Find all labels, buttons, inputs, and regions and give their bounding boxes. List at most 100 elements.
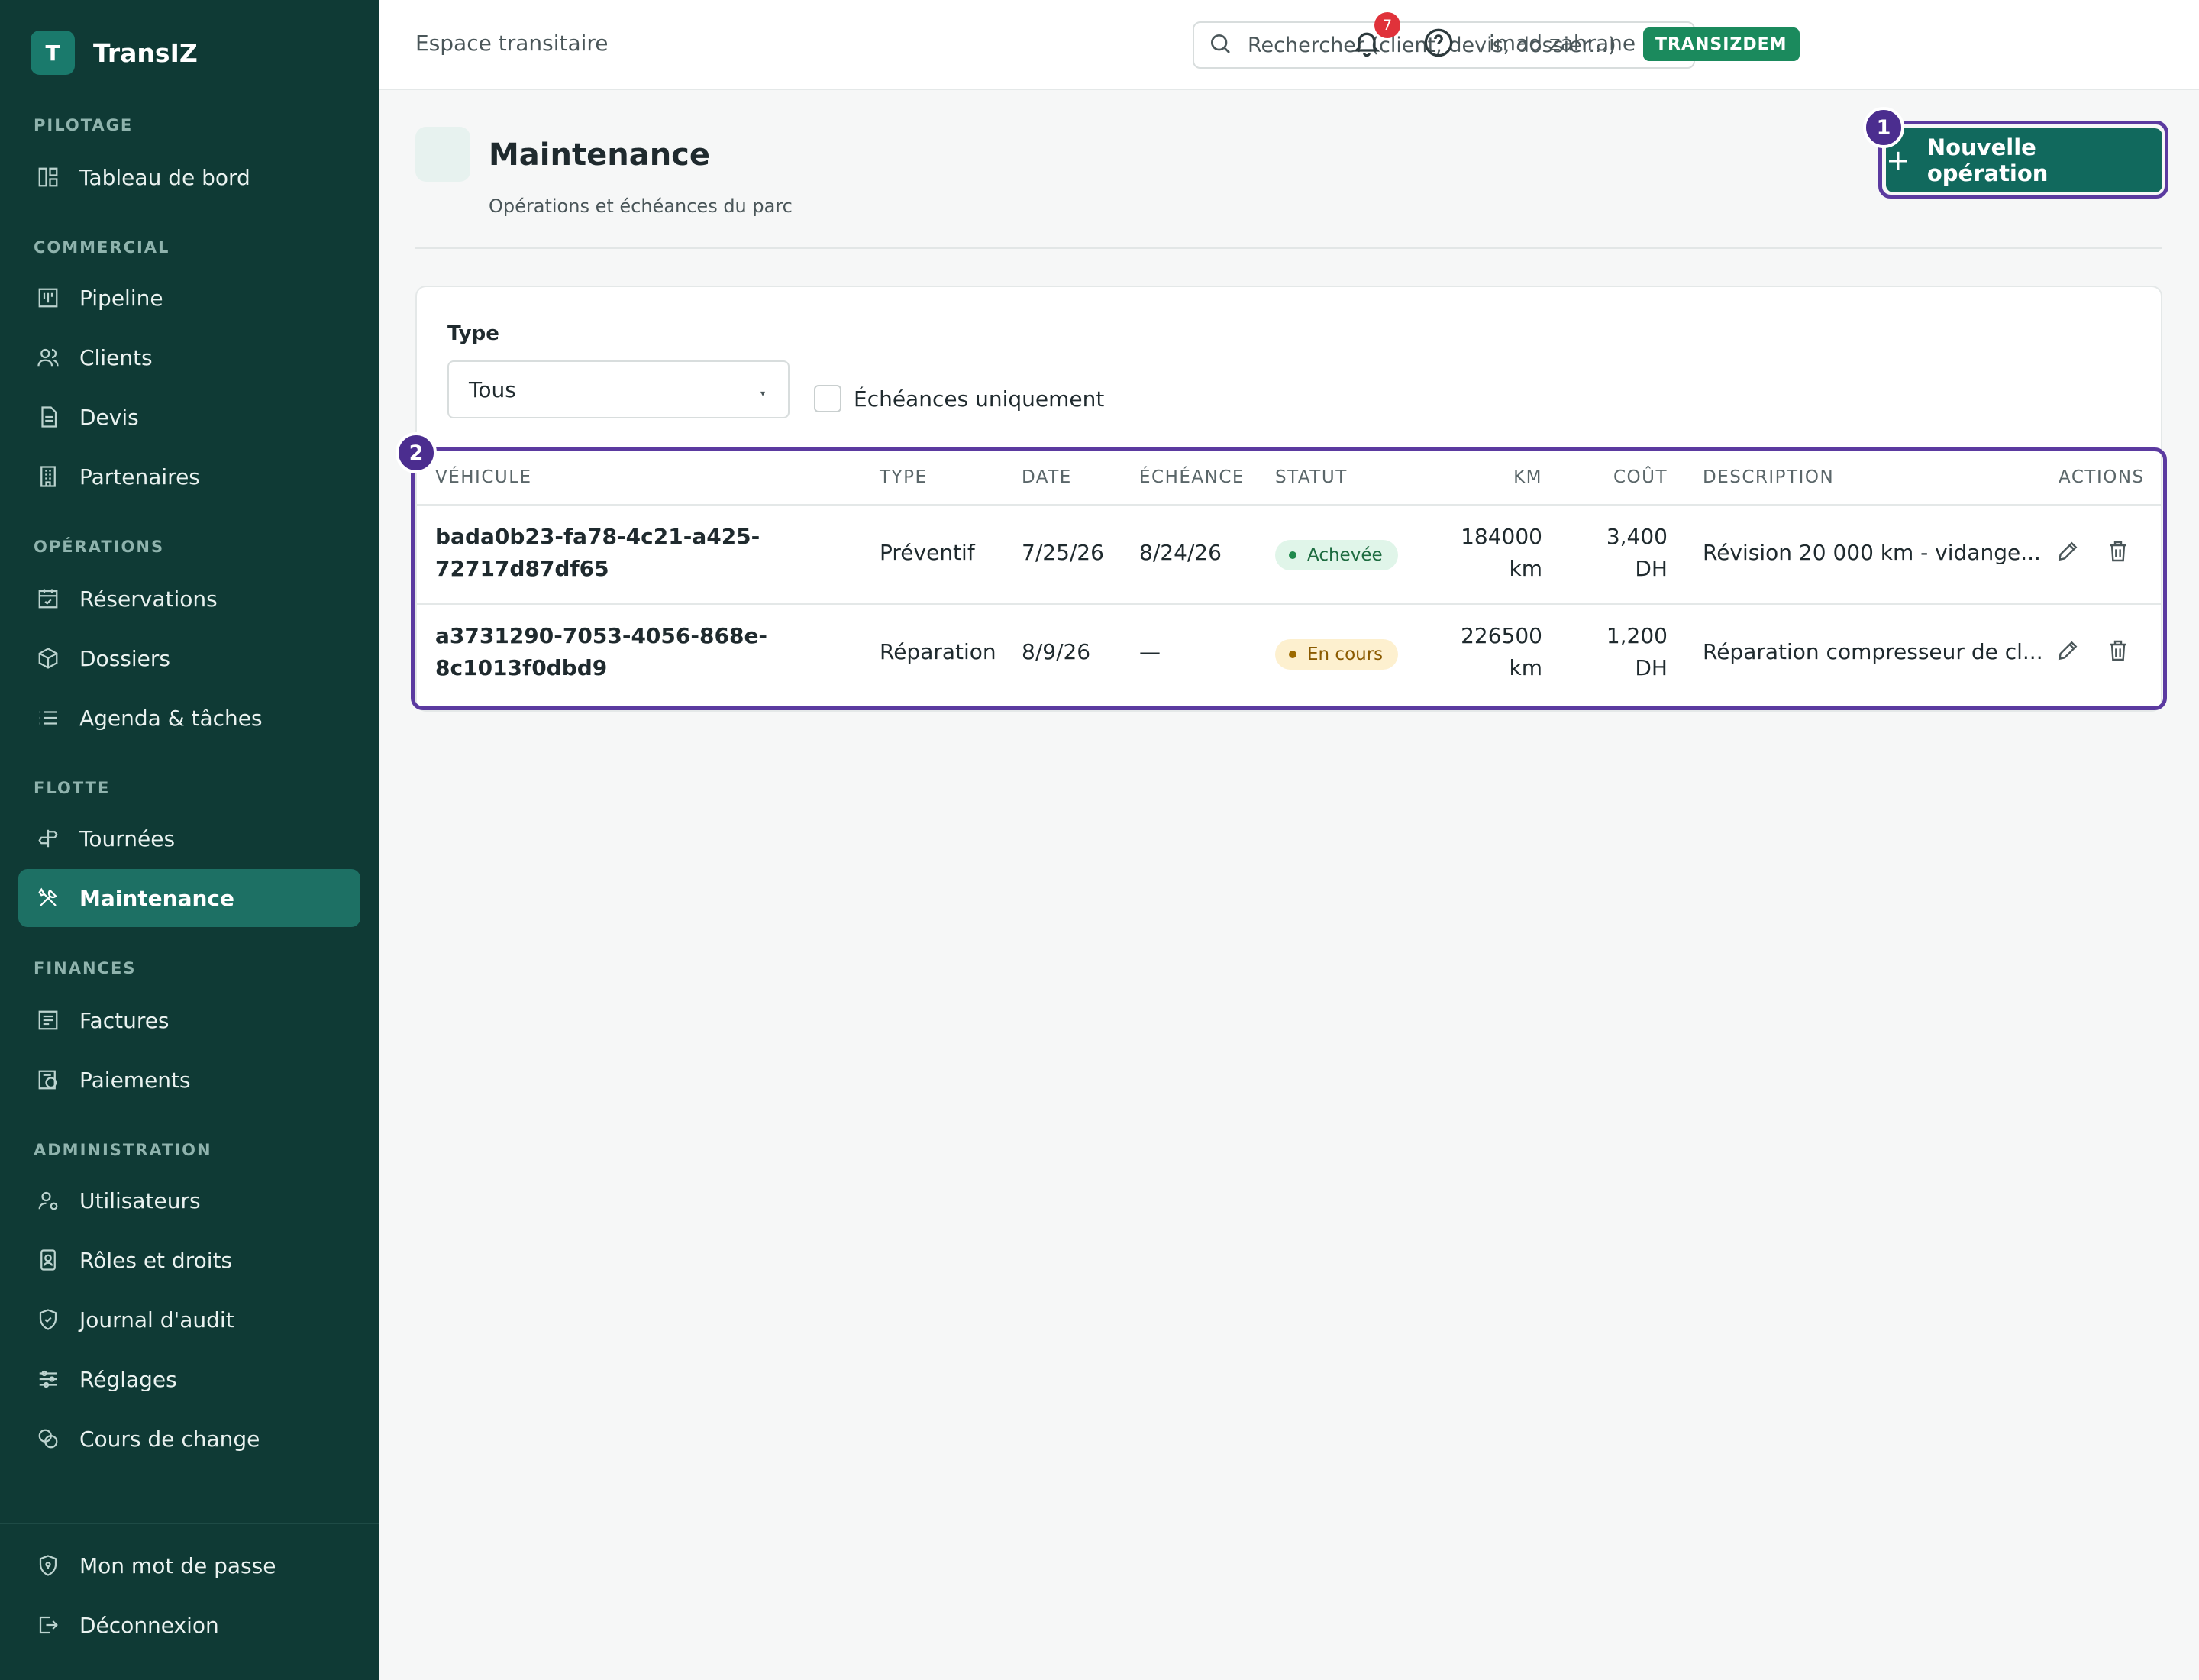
column-header-type[interactable]: TYPE	[880, 467, 928, 487]
sidebar-item-label: Partenaires	[79, 464, 200, 489]
shield-lock-icon	[37, 1554, 60, 1577]
vehicle-id: bada0b23-fa78-4c21-a425- 72717d87df65	[435, 521, 760, 585]
due-date: —	[1139, 639, 1161, 664]
sidebar-item-devis[interactable]: Devis	[18, 388, 360, 446]
description: Révision 20 000 km - vidange...	[1703, 540, 2041, 565]
column-header-actions: ACTIONS	[2059, 467, 2145, 487]
due-only-checkbox[interactable]	[814, 385, 841, 412]
edit-icon[interactable]	[2055, 638, 2083, 666]
vehicle-id-line: 72717d87df65	[435, 556, 609, 581]
operation-type: Réparation	[880, 639, 996, 664]
mileage: 184000 km	[1435, 521, 1542, 585]
column-header-statut[interactable]: STATUT	[1275, 467, 1348, 487]
shield-icon	[37, 1308, 60, 1331]
sidebar-item-label: Maintenance	[79, 885, 235, 911]
sidebar-item-factures[interactable]: Factures	[18, 991, 360, 1049]
sidebar-item-pipeline[interactable]: Pipeline	[18, 269, 360, 327]
calendar-check-icon	[37, 587, 60, 610]
operation-date: 7/25/26	[1022, 540, 1104, 565]
sidebar-item-paiements[interactable]: Paiements	[18, 1051, 360, 1109]
due-date: 8/24/26	[1139, 540, 1222, 565]
column-header-echeance[interactable]: ÉCHÉANCE	[1139, 467, 1245, 487]
operation-type: Préventif	[880, 540, 975, 565]
marker-2: 2	[396, 432, 437, 473]
id-badge-icon	[37, 1249, 60, 1271]
sidebar-item-cours-change[interactable]: Cours de change	[18, 1410, 360, 1468]
sidebar-item-label: Devis	[79, 404, 139, 430]
sidebar-item-tournees[interactable]: Tournées	[18, 809, 360, 867]
sidebar-item-label: Mon mot de passe	[79, 1552, 276, 1578]
sidebar-divider	[0, 1523, 379, 1524]
column-header-km[interactable]: KM	[1451, 467, 1542, 487]
section-label-operations: OPÉRATIONS	[34, 538, 165, 556]
sidebar-item-label: Journal d'audit	[79, 1307, 234, 1333]
due-only-label[interactable]: Échéances uniquement	[854, 386, 1104, 412]
mileage-unit: km	[1509, 655, 1543, 680]
brand[interactable]: T TransIZ	[31, 31, 198, 75]
users-icon	[37, 346, 60, 369]
sidebar-item-label: Déconnexion	[79, 1612, 219, 1638]
chevron-down-icon: ▾	[760, 388, 765, 399]
edit-icon[interactable]	[2055, 539, 2083, 567]
cost-unit: DH	[1635, 655, 1668, 680]
status-dot	[1289, 651, 1296, 658]
status-badge: Achevée	[1275, 540, 1398, 570]
sidebar-item-label: Agenda & tâches	[79, 705, 263, 731]
column-header-date[interactable]: DATE	[1022, 467, 1072, 487]
sidebar-item-clients[interactable]: Clients	[18, 328, 360, 386]
type-filter-label: Type	[447, 322, 499, 345]
workspace-title: Espace transitaire	[415, 31, 609, 56]
new-operation-button[interactable]: + Nouvelle opération	[1886, 128, 2162, 192]
trash-icon[interactable]	[2106, 638, 2133, 666]
payment-icon	[37, 1068, 60, 1091]
sidebar-item-roles[interactable]: Rôles et droits	[18, 1231, 360, 1289]
page-subtitle: Opérations et échéances du parc	[489, 195, 793, 217]
vehicle-id-line: a3731290-7053-4056-868e-	[435, 623, 768, 648]
description: Réparation compresseur de cl...	[1703, 639, 2043, 664]
user-cog-icon	[37, 1189, 60, 1212]
page-icon	[415, 127, 470, 182]
column-header-cout[interactable]: COÛT	[1576, 467, 1668, 487]
sidebar-item-deconnexion[interactable]: Déconnexion	[18, 1596, 360, 1654]
sidebar-item-journal-audit[interactable]: Journal d'audit	[18, 1291, 360, 1349]
sidebar-item-utilisateurs[interactable]: Utilisateurs	[18, 1171, 360, 1229]
brand-logo: T	[31, 31, 75, 75]
document-icon	[37, 405, 60, 428]
sidebar: T TransIZ PILOTAGE Tableau de bord COMME…	[0, 0, 379, 1680]
column-header-vehicule[interactable]: VÉHICULE	[435, 467, 532, 487]
sidebar-item-partenaires[interactable]: Partenaires	[18, 447, 360, 506]
list-icon	[37, 706, 60, 729]
sidebar-item-agenda[interactable]: Agenda & tâches	[18, 689, 360, 747]
new-operation-label: Nouvelle opération	[1926, 134, 2049, 186]
vehicle-id-line: 8c1013f0dbd9	[435, 655, 608, 680]
section-label-finances: FINANCES	[34, 959, 137, 977]
notification-badge: 7	[1374, 12, 1400, 38]
operation-date: 8/9/26	[1022, 639, 1091, 664]
mileage-unit: km	[1509, 556, 1543, 581]
mileage-value: 184000	[1461, 524, 1542, 549]
logout-icon	[37, 1614, 60, 1636]
trash-icon[interactable]	[2106, 539, 2133, 567]
brand-name: TransIZ	[93, 37, 198, 68]
sidebar-item-label: Pipeline	[79, 285, 163, 311]
sidebar-item-reglages[interactable]: Réglages	[18, 1350, 360, 1408]
sidebar-item-dossiers[interactable]: Dossiers	[18, 629, 360, 687]
cost-unit: DH	[1635, 556, 1668, 581]
row-divider	[415, 603, 2162, 605]
sidebar-item-label: Paiements	[79, 1067, 191, 1093]
sidebar-item-tableau-de-bord[interactable]: Tableau de bord	[18, 148, 360, 206]
plus-icon: +	[1886, 144, 1910, 177]
sidebar-item-reservations[interactable]: Réservations	[18, 570, 360, 628]
sidebar-item-mot-de-passe[interactable]: Mon mot de passe	[18, 1536, 360, 1594]
sidebar-item-label: Rôles et droits	[79, 1247, 233, 1273]
sidebar-item-label: Factures	[79, 1007, 170, 1033]
column-header-description[interactable]: DESCRIPTION	[1703, 467, 1834, 487]
sidebar-item-label: Tournées	[79, 825, 176, 851]
help-icon[interactable]	[1423, 27, 1457, 61]
type-filter-select[interactable]: Tous ▾	[447, 360, 790, 418]
user-name[interactable]: imad zahrane	[1489, 31, 1636, 56]
sidebar-item-maintenance[interactable]: Maintenance	[18, 869, 360, 927]
section-label-administration: ADMINISTRATION	[34, 1141, 212, 1159]
mileage: 226500 km	[1435, 620, 1542, 684]
section-label-flotte: FLOTTE	[34, 779, 111, 797]
